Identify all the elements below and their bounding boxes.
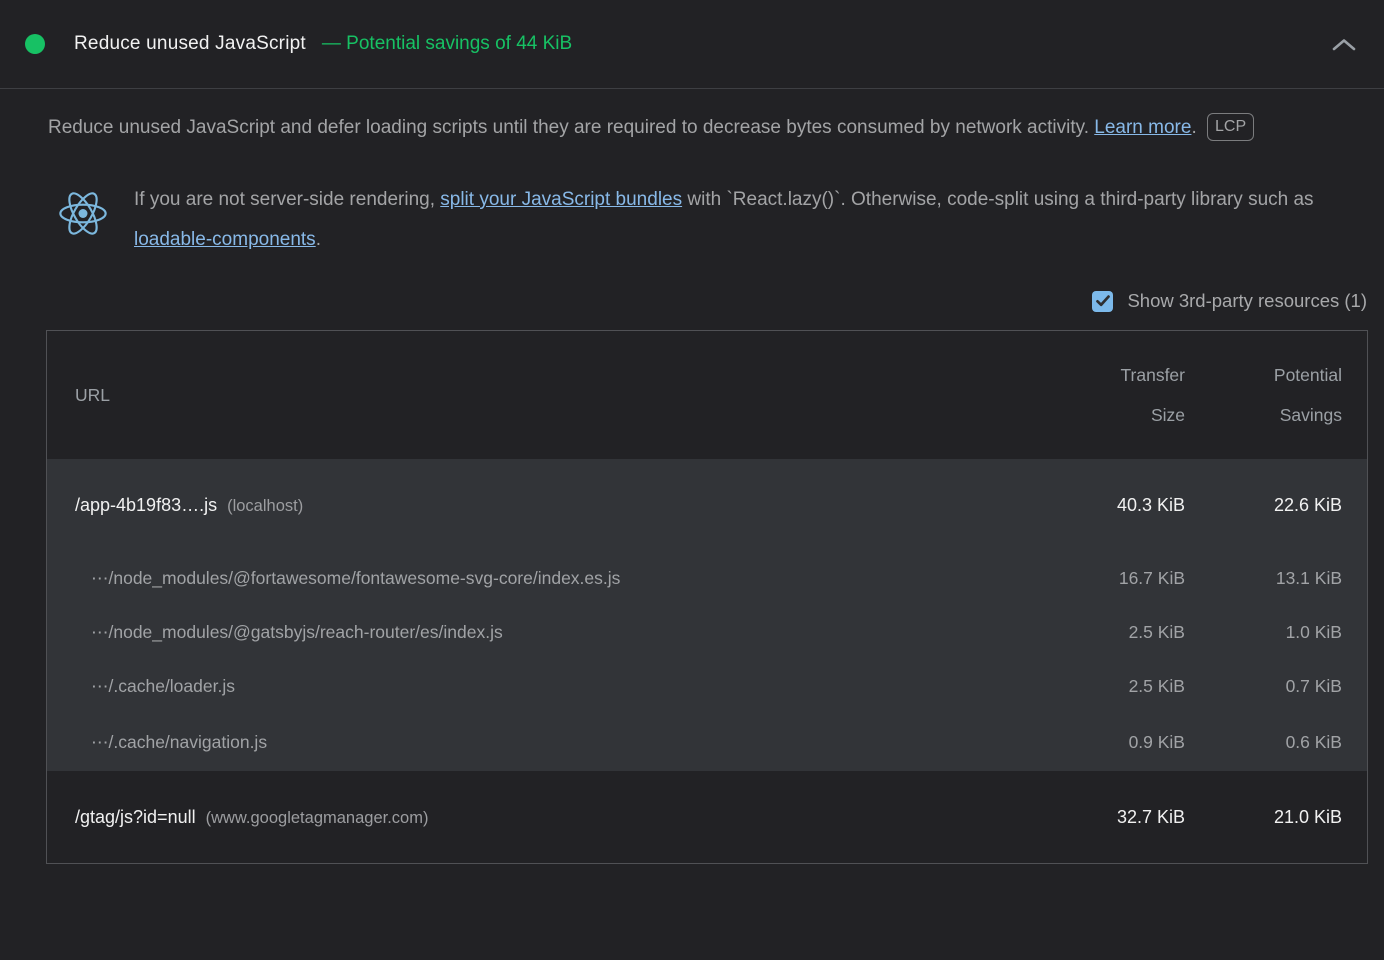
column-header-potential-savings: Potential Savings: [1185, 355, 1342, 435]
audit-description: Reduce unused JavaScript and defer loadi…: [48, 108, 1340, 148]
transfer-size-value: 0.9 KiB: [1035, 732, 1185, 753]
resource-url: ⋯/.cache/loader.js: [75, 676, 1035, 697]
table-row-sub: ⋯/node_modules/@fortawesome/fontawesome-…: [47, 551, 1367, 605]
show-3rd-party-checkbox[interactable]: [1092, 291, 1113, 312]
potential-savings-value: 22.6 KiB: [1185, 495, 1342, 516]
resource-url: ⋯/node_modules/@fortawesome/fontawesome-…: [75, 568, 1035, 589]
transfer-size-value: 40.3 KiB: [1035, 495, 1185, 516]
potential-savings-value: 0.7 KiB: [1185, 676, 1342, 697]
pass-status-dot-icon: [25, 34, 45, 54]
react-logo-icon: [57, 190, 109, 237]
transfer-size-value: 2.5 KiB: [1035, 676, 1185, 697]
show-3rd-party-label[interactable]: Show 3rd-party resources (1): [1127, 290, 1367, 312]
table-row-group: /gtag/js?id=null (www.googletagmanager.c…: [47, 771, 1367, 863]
loadable-components-link[interactable]: loadable-components: [134, 229, 316, 250]
split-bundles-link[interactable]: split your JavaScript bundles: [440, 189, 682, 210]
potential-savings-value: 13.1 KiB: [1185, 568, 1342, 589]
resource-url: /app-4b19f83….js: [75, 495, 217, 516]
lcp-metric-chip[interactable]: LCP: [1207, 113, 1254, 141]
table-row-sub: ⋯/.cache/loader.js 2.5 KiB 0.7 KiB: [47, 659, 1367, 713]
recommendation-part2: with `React.lazy()`. Otherwise, code-spl…: [682, 189, 1313, 210]
checkmark-icon: [1096, 295, 1110, 307]
table-row-sub: ⋯/node_modules/@gatsbyjs/reach-router/es…: [47, 605, 1367, 659]
potential-savings-value: 21.0 KiB: [1185, 807, 1342, 828]
resource-url: ⋯/.cache/navigation.js: [75, 732, 1035, 753]
transfer-size-value: 16.7 KiB: [1035, 568, 1185, 589]
potential-savings-value: 1.0 KiB: [1185, 622, 1342, 643]
collapse-button[interactable]: [1330, 36, 1358, 53]
learn-more-link[interactable]: Learn more: [1094, 117, 1191, 138]
description-period: .: [1191, 117, 1202, 138]
resource-url: ⋯/node_modules/@gatsbyjs/reach-router/es…: [75, 622, 1035, 643]
table-header-row: URL Transfer Size Potential Savings: [47, 331, 1367, 459]
audit-savings-summary: — Potential savings of 44 KiB: [322, 33, 572, 55]
resource-host: (www.googletagmanager.com): [206, 809, 429, 828]
description-text: Reduce unused JavaScript and defer loadi…: [48, 117, 1094, 138]
recommendation-text: If you are not server-side rendering, sp…: [134, 180, 1348, 260]
resource-host: (localhost): [227, 497, 303, 516]
transfer-size-value: 2.5 KiB: [1035, 622, 1185, 643]
resource-table: URL Transfer Size Potential Savings /app…: [46, 330, 1368, 864]
table-row-sub: ⋯/.cache/navigation.js 0.9 KiB 0.6 KiB: [47, 713, 1367, 771]
table-row-group: /app-4b19f83….js (localhost) 40.3 KiB 22…: [47, 459, 1367, 551]
audit-header[interactable]: Reduce unused JavaScript — Potential sav…: [0, 0, 1384, 89]
column-header-url: URL: [75, 375, 1035, 415]
potential-savings-value: 0.6 KiB: [1185, 732, 1342, 753]
recommendation-part3: .: [316, 229, 321, 250]
audit-title: Reduce unused JavaScript: [74, 33, 306, 55]
chevron-up-icon: [1330, 36, 1358, 53]
transfer-size-value: 32.7 KiB: [1035, 807, 1185, 828]
resource-url: /gtag/js?id=null: [75, 807, 196, 828]
third-party-filter-row: Show 3rd-party resources (1): [0, 290, 1367, 312]
column-header-transfer-size: Transfer Size: [1035, 355, 1185, 435]
recommendation-part1: If you are not server-side rendering,: [134, 189, 440, 210]
framework-recommendation: If you are not server-side rendering, sp…: [57, 180, 1348, 260]
